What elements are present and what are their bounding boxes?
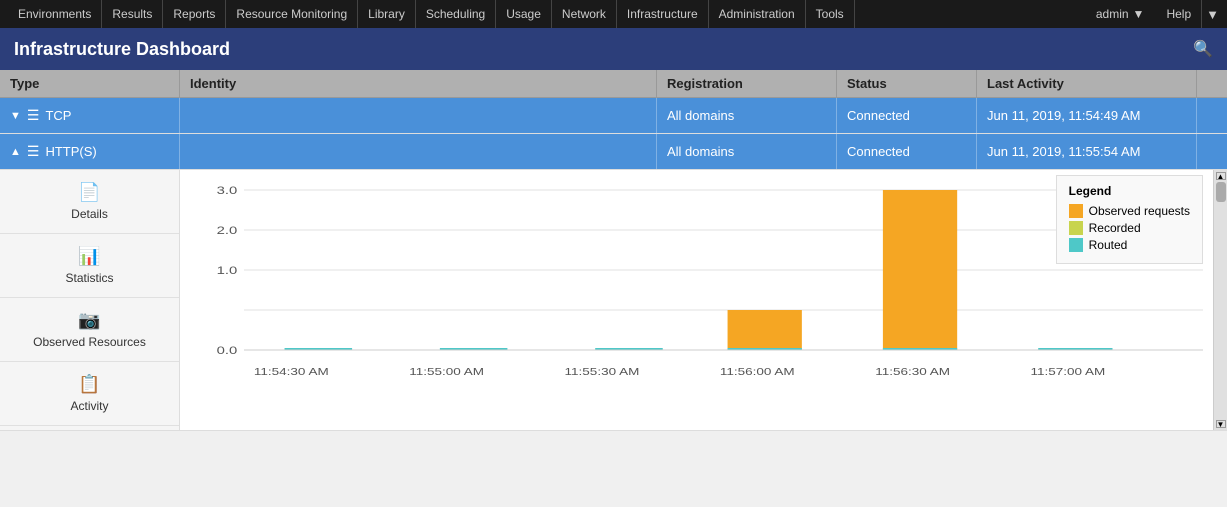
nav-resource-monitoring[interactable]: Resource Monitoring [226,0,358,28]
https-status-cell: Connected [837,134,977,169]
svg-text:11:55:30 AM: 11:55:30 AM [565,366,640,378]
svg-text:11:54:30 AM: 11:54:30 AM [254,366,329,378]
page-title: Infrastructure Dashboard [14,39,230,60]
col-actions [1197,70,1227,97]
svg-text:11:56:00 AM: 11:56:00 AM [720,366,795,378]
nav-help[interactable]: Help [1156,0,1202,28]
svg-text:11:57:00 AM: 11:57:00 AM [1031,366,1106,378]
sidebar-label-observed: Observed Resources [33,335,146,349]
sidebar-panel: 📄 Details 📊 Statistics 📷 Observed Resour… [0,170,180,430]
scroll-down-button[interactable]: ▼ [1216,420,1226,428]
https-bars-icon: ☰ [27,143,40,160]
nav-results[interactable]: Results [102,0,163,28]
col-registration: Registration [657,70,837,97]
legend-observed: Observed requests [1069,204,1190,218]
sidebar-item-statistics[interactable]: 📊 Statistics [0,234,179,298]
svg-text:11:56:30 AM: 11:56:30 AM [875,366,950,378]
tcp-actions-cell [1197,98,1227,133]
https-label: HTTP(S) [45,144,96,159]
legend-title: Legend [1069,184,1190,198]
legend-recorded: Recorded [1069,221,1190,235]
svg-text:0.0: 0.0 [217,344,238,357]
tcp-status-cell: Connected [837,98,977,133]
col-type: Type [0,70,180,97]
sidebar-item-observed-resources[interactable]: 📷 Observed Resources [0,298,179,362]
admin-menu[interactable]: admin ▼ [1088,7,1153,21]
col-identity: Identity [180,70,657,97]
nav-items-left: Environments Results Reports Resource Mo… [8,0,855,28]
legend-observed-label: Observed requests [1089,204,1190,218]
legend-recorded-label: Recorded [1089,221,1141,235]
col-status: Status [837,70,977,97]
https-type-cell: ▲ ☰ HTTP(S) [0,134,180,169]
nav-tools[interactable]: Tools [806,0,855,28]
observed-color-swatch [1069,204,1083,218]
routed-color-swatch [1069,238,1083,252]
search-button[interactable]: 🔍 [1193,39,1213,59]
https-activity-cell: Jun 11, 2019, 11:55:54 AM [977,134,1197,169]
svg-text:3.0: 3.0 [217,184,238,197]
tcp-identity-cell [180,98,657,133]
activity-icon: 📋 [78,374,100,395]
nav-infrastructure[interactable]: Infrastructure [617,0,709,28]
nav-administration[interactable]: Administration [709,0,806,28]
scroll-bar[interactable]: ▲ ▼ [1213,170,1227,430]
table-row-tcp[interactable]: ▼ ⁣☰ TCP All domains Connected Jun 11, 2… [0,98,1227,134]
scroll-up-button[interactable]: ▲ [1216,172,1226,180]
nav-scheduling[interactable]: Scheduling [416,0,496,28]
legend-routed: Routed [1069,238,1190,252]
legend-routed-label: Routed [1089,238,1128,252]
tcp-registration-cell: All domains [657,98,837,133]
nav-right: admin ▼ Help ▼ [1088,0,1219,28]
observed-resources-icon: 📷 [78,310,100,331]
https-expanded-section: 📄 Details 📊 Statistics 📷 Observed Resour… [0,170,1227,431]
table-row-https[interactable]: ▲ ☰ HTTP(S) All domains Connected Jun 11… [0,134,1227,170]
chart-area: 3.0 2.0 1.0 0.0 11:54:30 [180,170,1213,430]
chevron-down-icon: ▼ [1133,7,1145,21]
chevron-up-icon: ▲ [10,146,21,158]
https-actions-cell [1197,134,1227,169]
table-header: Type Identity Registration Status Last A… [0,70,1227,98]
details-icon: 📄 [78,182,100,203]
chevron-right-icon: ▼ [10,110,21,122]
col-last-activity: Last Activity [977,70,1197,97]
nav-network[interactable]: Network [552,0,617,28]
bar-chart: 3.0 2.0 1.0 0.0 11:54:30 [190,180,1203,400]
nav-library[interactable]: Library [358,0,416,28]
svg-text:1.0: 1.0 [217,264,238,277]
chart-legend: Legend Observed requests Recorded Routed [1056,175,1203,264]
nav-environments[interactable]: Environments [8,0,102,28]
scroll-thumb[interactable] [1216,182,1226,202]
admin-label: admin [1096,7,1129,21]
sidebar-item-details[interactable]: 📄 Details [0,170,179,234]
sidebar-label-activity: Activity [70,399,108,413]
svg-text:11:55:00 AM: 11:55:00 AM [409,366,484,378]
svg-text:2.0: 2.0 [217,224,238,237]
sidebar-label-details: Details [71,207,108,221]
tcp-type-cell: ▼ ⁣☰ TCP [0,98,180,133]
sidebar-item-activity[interactable]: 📋 Activity [0,362,179,426]
tcp-label: TCP [45,108,71,123]
tcp-activity-cell: Jun 11, 2019, 11:54:49 AM [977,98,1197,133]
https-identity-cell [180,134,657,169]
https-registration-cell: All domains [657,134,837,169]
top-navigation: Environments Results Reports Resource Mo… [0,0,1227,28]
recorded-color-swatch [1069,221,1083,235]
tcp-bars-icon: ⁣☰ [27,107,40,124]
main-content: Type Identity Registration Status Last A… [0,70,1227,431]
help-chevron-icon: ▼ [1206,7,1219,22]
nav-reports[interactable]: Reports [163,0,226,28]
sidebar-label-statistics: Statistics [65,271,113,285]
statistics-icon: 📊 [78,246,100,267]
page-header: Infrastructure Dashboard 🔍 [0,28,1227,70]
nav-usage[interactable]: Usage [496,0,552,28]
